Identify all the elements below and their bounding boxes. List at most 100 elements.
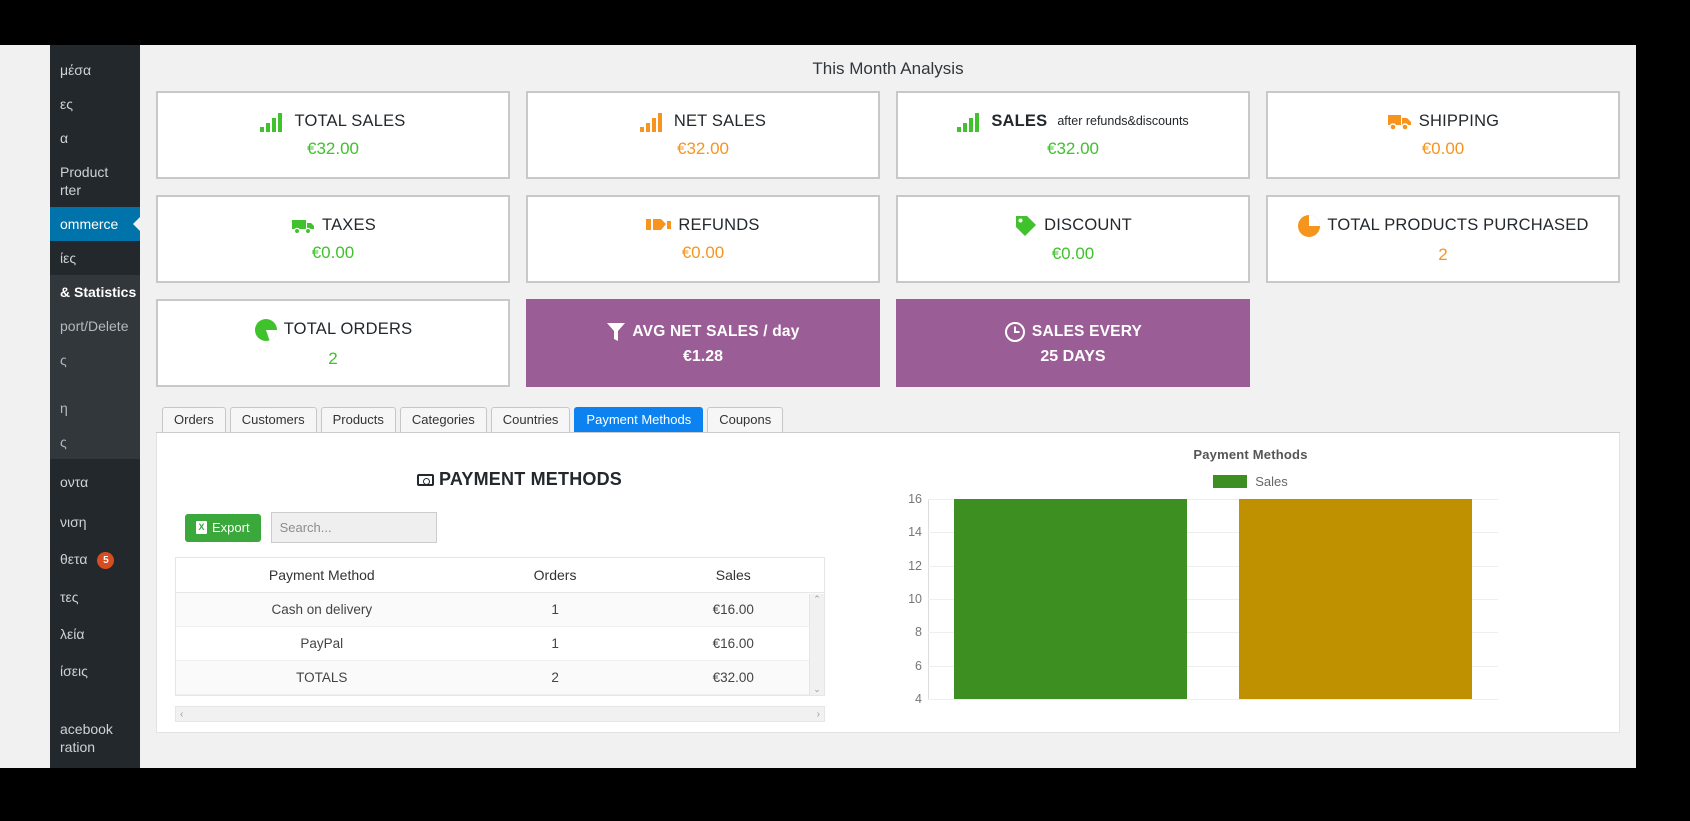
section-heading: PAYMENT METHODS — [157, 469, 882, 490]
sidebar-item-woocommerce[interactable]: ommerce — [50, 207, 141, 241]
sidebar-item-label: rter — [60, 182, 81, 198]
table-vertical-scrollbar[interactable]: ⌃ ⌄ — [809, 594, 824, 695]
export-button[interactable]: X Export — [185, 513, 261, 542]
cell-totals-sales: €32.00 — [642, 660, 824, 695]
kpi-label: SALES — [991, 112, 1048, 131]
sidebar-badge-count: 5 — [97, 552, 115, 569]
bar-chart-icon — [639, 112, 668, 132]
sidebar-item-15[interactable]: τες — [50, 577, 140, 614]
sidebar-item-4[interactable]: rter — [50, 181, 140, 207]
bar-chart-icon — [957, 112, 985, 132]
sidebar-item-label: acebook — [60, 721, 113, 737]
payment-methods-table-wrapper: Payment Method Orders Sales Cash on deli… — [175, 557, 825, 696]
tab-orders[interactable]: Orders — [162, 407, 226, 432]
tab-payment-methods[interactable]: Payment Methods — [574, 407, 704, 432]
sidebar-item-label: Product — [60, 164, 109, 180]
scroll-down-icon[interactable]: ⌄ — [813, 684, 821, 695]
kpi-grid: TOTAL SALES €32.00 NET SALES €32.00 SALE… — [148, 91, 1628, 387]
refund-icon — [646, 216, 672, 236]
spreadsheet-icon: X — [196, 520, 207, 534]
sidebar-item-17[interactable]: ίσεις — [50, 651, 140, 688]
wp-admin-sidebar[interactable]: μέσα ες α Product rter ommerce ίες & Sta… — [50, 45, 141, 768]
kpi-card-refunds: REFUNDS €0.00 — [526, 195, 880, 283]
sidebar-item-label: μέσα — [60, 62, 92, 78]
chart-y-tick: 12 — [908, 558, 922, 573]
sidebar-item-6[interactable]: ίες — [50, 241, 140, 275]
column-header-sales[interactable]: Sales — [642, 558, 824, 593]
sidebar-item-16[interactable]: λεία — [50, 614, 140, 651]
sidebar-submenu: & Statistics port/Delete ς η ς — [50, 275, 140, 459]
sidebar-item-1[interactable]: ες — [50, 87, 140, 121]
table-toolbar: X Export — [185, 512, 882, 543]
kpi-value: €1.28 — [682, 347, 724, 365]
sidebar-item-12[interactable]: οντα — [50, 459, 140, 499]
search-input[interactable] — [270, 512, 437, 543]
kpi-label: SALES EVERY — [1031, 322, 1143, 340]
sidebar-item-3[interactable]: Product — [50, 155, 140, 181]
sidebar-item-facebook-integration[interactable]: acebook — [50, 688, 140, 738]
tab-countries[interactable]: Countries — [490, 407, 571, 432]
kpi-card-taxes: TAXES €0.00 — [156, 195, 510, 283]
kpi-label: TOTAL PRODUCTS PURCHASED — [1327, 216, 1589, 235]
legend-label-sales: Sales — [1255, 474, 1288, 489]
chart-bar[interactable] — [1238, 499, 1473, 699]
sidebar-item-reports-statistics[interactable]: & Statistics — [50, 275, 140, 309]
legend-swatch-sales — [1213, 475, 1248, 488]
table-row: PayPal 1 €16.00 — [176, 626, 824, 661]
admin-page: μέσα ες α Product rter ommerce ίες & Sta… — [0, 45, 1636, 768]
scroll-up-icon[interactable]: ⌃ — [813, 594, 821, 605]
tab-coupons[interactable]: Coupons — [707, 407, 784, 432]
pie-chart-icon — [254, 318, 278, 342]
payment-methods-table-section: PAYMENT METHODS X Export Search... Payme… — [157, 433, 882, 732]
truck-icon — [290, 216, 316, 236]
sidebar-item-11[interactable]: ς — [50, 425, 140, 459]
sidebar-item-2[interactable]: α — [50, 121, 140, 155]
report-tabs[interactable]: Orders Customers Products Categories Cou… — [156, 401, 1620, 433]
money-icon — [416, 474, 434, 486]
tab-categories[interactable]: Categories — [399, 407, 487, 432]
column-header-orders[interactable]: Orders — [467, 558, 643, 593]
sidebar-item-label: ίσεις — [60, 663, 88, 679]
tab-products[interactable]: Products — [320, 407, 396, 432]
chart-bars — [928, 499, 1498, 699]
scroll-right-icon[interactable]: › — [817, 709, 820, 720]
sidebar-item-label: ommerce — [60, 216, 119, 232]
sidebar-item-10[interactable]: η — [50, 377, 140, 425]
table-totals-row: TOTALS 2 €32.00 — [176, 660, 824, 695]
column-header-payment-method[interactable]: Payment Method — [176, 558, 468, 593]
sidebar-item-label: ς — [60, 434, 67, 450]
scroll-left-icon[interactable]: ‹ — [180, 709, 183, 720]
clock-icon — [1004, 321, 1026, 343]
kpi-label: TAXES — [322, 216, 376, 235]
sidebar-item-label: & Statistics — [60, 284, 137, 300]
sidebar-item-facebook-integration-cont[interactable]: ration — [50, 738, 140, 764]
cell-payment-method: PayPal — [176, 626, 468, 661]
chart-bar[interactable] — [953, 499, 1188, 699]
funnel-icon — [606, 321, 626, 343]
chart-gridline — [928, 699, 1498, 700]
cell-orders: 1 — [467, 626, 643, 661]
truck-icon — [1387, 112, 1413, 132]
cell-payment-method: Cash on delivery — [176, 592, 468, 627]
table-horizontal-scrollbar[interactable]: ‹ › — [175, 706, 825, 722]
chart-legend[interactable]: Sales — [882, 474, 1619, 489]
section-heading-text: PAYMENT METHODS — [438, 469, 623, 489]
chart-y-tick: 6 — [915, 658, 922, 673]
kpi-card-total-products-purchased: TOTAL PRODUCTS PURCHASED 2 — [1266, 195, 1620, 283]
chart-y-tick: 4 — [915, 692, 922, 706]
main-content: This Month Analysis TOTAL SALES €32.00 N… — [140, 45, 1636, 768]
sidebar-item-export-delete[interactable]: port/Delete — [50, 309, 140, 343]
sidebar-item-label: οντα — [60, 474, 89, 490]
kpi-card-avg-net-sales-per-day: AVG NET SALES / day €1.28 — [526, 299, 880, 387]
kpi-card-total-sales: TOTAL SALES €32.00 — [156, 91, 510, 179]
kpi-value: €0.00 — [1421, 138, 1465, 158]
sidebar-item-0[interactable]: μέσα — [50, 53, 140, 87]
tab-customers[interactable]: Customers — [229, 407, 317, 432]
sidebar-item-14[interactable]: θετα 5 — [50, 539, 140, 577]
sidebar-item-9[interactable]: ς — [50, 343, 140, 377]
sidebar-item-13[interactable]: νιση — [50, 499, 140, 539]
kpi-card-discount: DISCOUNT €0.00 — [896, 195, 1250, 283]
kpi-label: NET SALES — [673, 112, 767, 131]
sidebar-item-label: port/Delete — [60, 318, 129, 334]
kpi-value: 25 DAYS — [1040, 347, 1106, 365]
